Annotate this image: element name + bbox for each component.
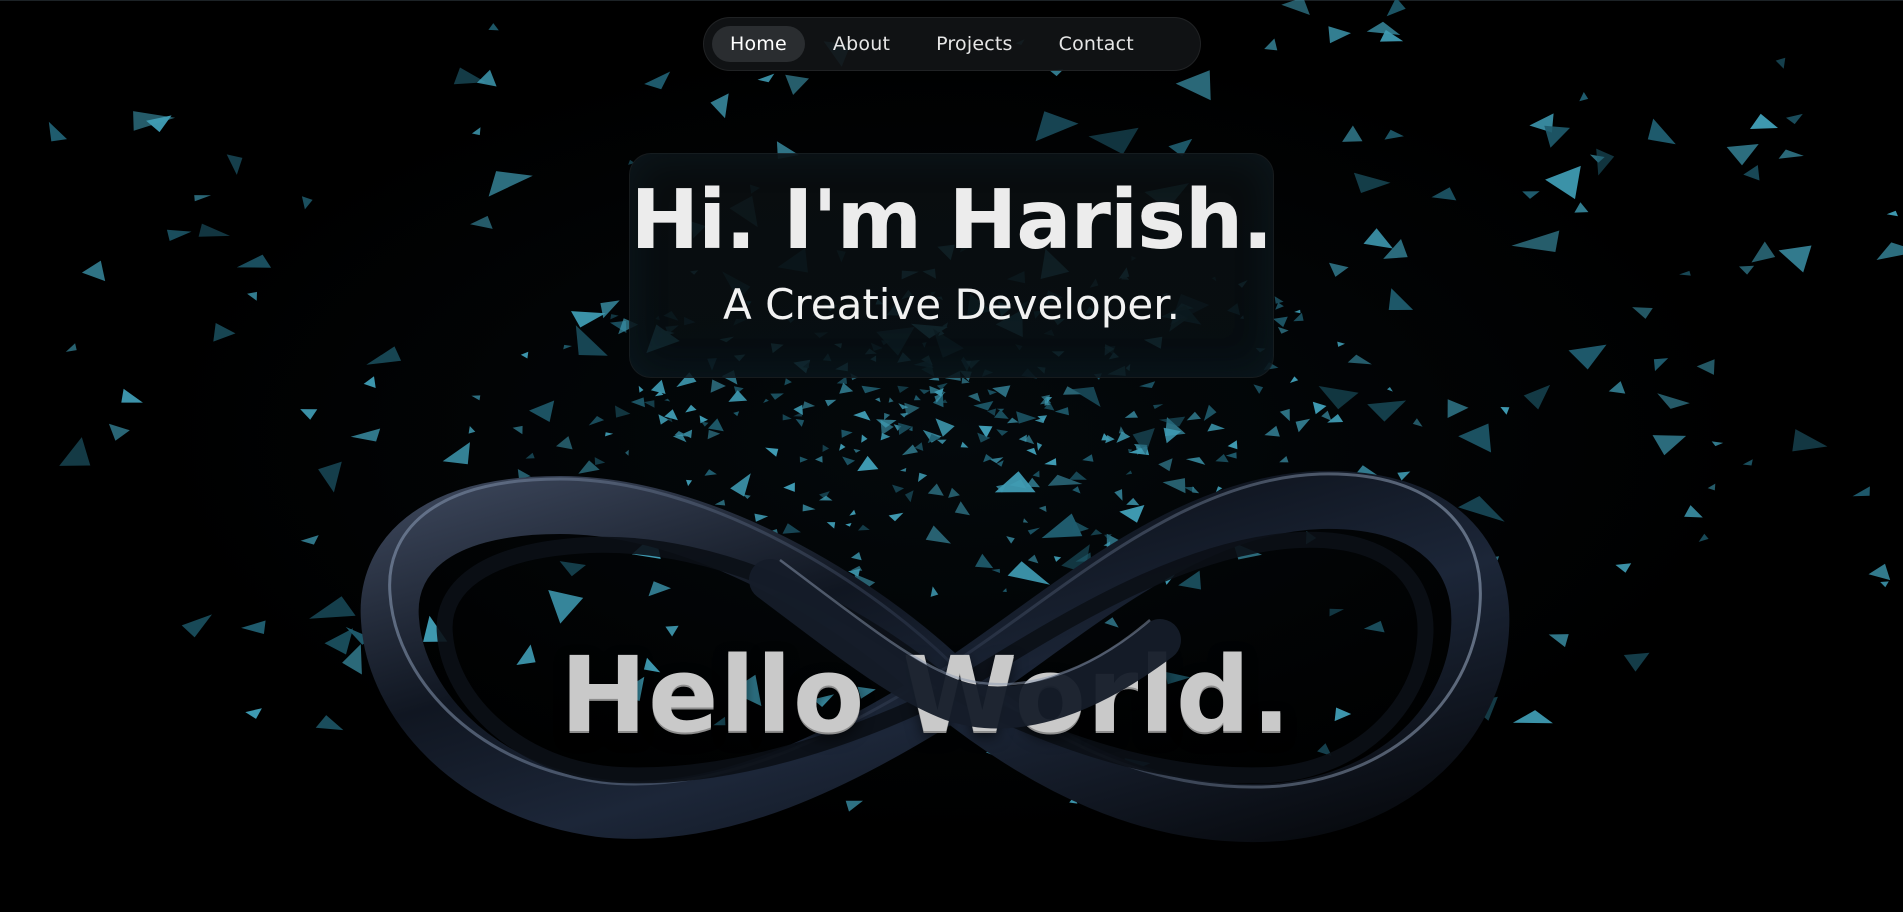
nav-contact[interactable]: Contact bbox=[1041, 26, 1152, 62]
nav-projects[interactable]: Projects bbox=[918, 26, 1031, 62]
nav-home[interactable]: Home bbox=[712, 26, 805, 62]
hero-title: Hi. I'm Harish. bbox=[630, 173, 1274, 268]
nav-about[interactable]: About bbox=[815, 26, 908, 62]
hero-scene: Hello World. Home About Projects Contact… bbox=[0, 0, 1903, 912]
intro-card: Hi. I'm Harish. A Creative Developer. bbox=[629, 153, 1274, 378]
main-nav: Home About Projects Contact bbox=[703, 17, 1201, 71]
ribbon-crossing bbox=[749, 559, 1181, 729]
hero-subtitle: A Creative Developer. bbox=[722, 280, 1181, 329]
